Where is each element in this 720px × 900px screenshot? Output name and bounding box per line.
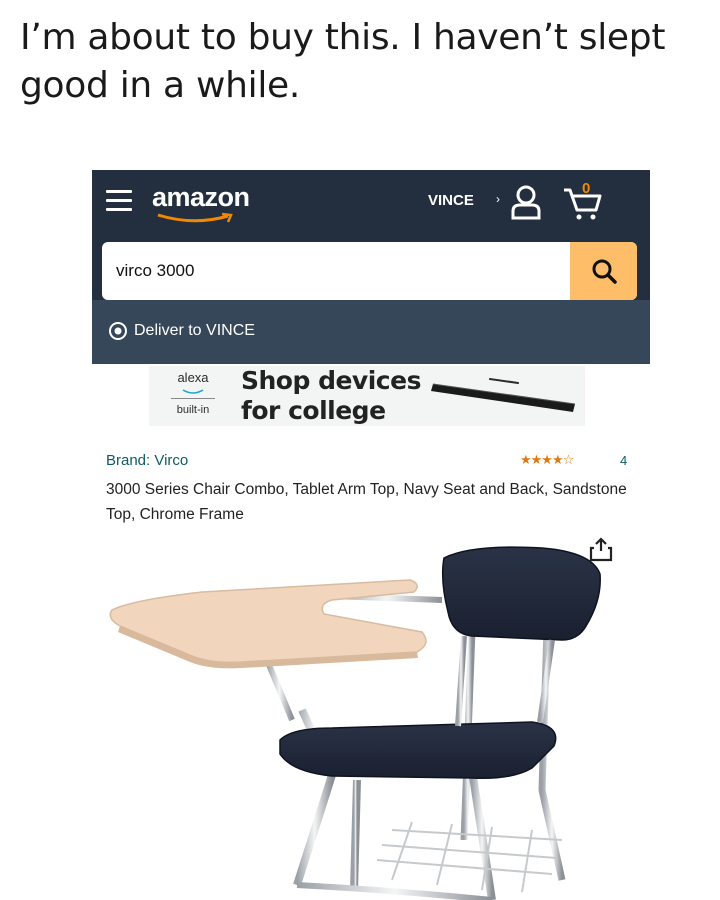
deliver-bar[interactable]: Deliver to VINCE [92, 300, 650, 364]
chevron-right-icon: › [496, 192, 500, 206]
ad-headline: Shop devices for college [241, 366, 421, 425]
product-title: 3000 Series Chair Combo, Tablet Arm Top,… [106, 481, 627, 523]
deliver-to-label: Deliver to VINCE [134, 322, 255, 339]
location-pin-icon [109, 322, 127, 340]
amazon-smile-icon [157, 212, 233, 223]
amazon-screenshot: amazon VINCE › 0 virco 3000 Deliver to V… [92, 170, 650, 900]
built-in-label: built-in [176, 404, 210, 416]
product-brand[interactable]: Brand: Virco [106, 452, 188, 469]
alexa-ad-banner[interactable]: alexa built-in Shop devices for college [149, 366, 585, 426]
rating-stars[interactable]: ★★★★☆ [520, 452, 574, 468]
user-icon[interactable] [510, 184, 542, 220]
soundbar-image [431, 378, 576, 412]
top-nav-bar: amazon VINCE › 0 [92, 170, 650, 236]
divider [171, 398, 215, 399]
rating-count[interactable]: 4 [620, 453, 627, 468]
amazon-logo[interactable]: amazon [152, 182, 250, 213]
alexa-smile-icon [182, 389, 204, 394]
search-button[interactable] [570, 242, 637, 300]
menu-icon[interactable] [106, 190, 132, 212]
search-bar: virco 3000 [92, 236, 650, 300]
account-name[interactable]: VINCE [428, 192, 474, 209]
cart-count: 0 [582, 180, 591, 197]
search-input[interactable]: virco 3000 [102, 242, 637, 300]
meme-caption: I’m about to buy this. I haven’t slept g… [20, 17, 666, 106]
product-image-chair [109, 546, 601, 900]
search-icon [592, 259, 617, 284]
